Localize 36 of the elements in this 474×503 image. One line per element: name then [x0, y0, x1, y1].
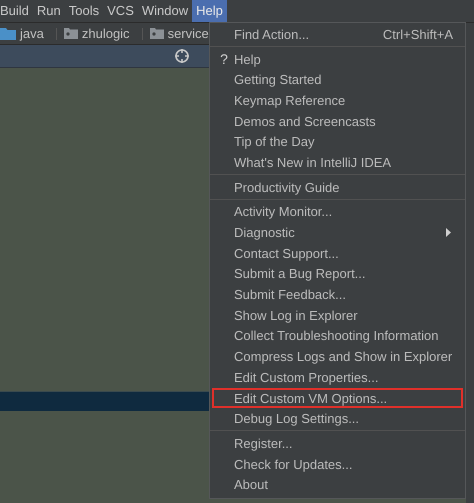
menu-item[interactable]: Contact Support...: [212, 242, 463, 264]
menu-bar-item[interactable]: Run: [32, 0, 65, 22]
help-icon: ?: [220, 52, 228, 66]
folder-icon: [0, 27, 16, 40]
menu-item[interactable]: Submit Feedback...: [212, 284, 463, 305]
menu-item[interactable]: Submit a Bug Report...: [212, 264, 463, 284]
menu-item[interactable]: Debug Log Settings...: [212, 408, 463, 430]
menu-bar-item[interactable]: Build: [0, 0, 33, 22]
menu-bar-item[interactable]: Tools: [64, 0, 104, 22]
menu-item[interactable]: Diagnostic: [212, 222, 463, 243]
menu-item[interactable]: Register...: [212, 433, 463, 454]
menu-item[interactable]: ? Help: [212, 48, 463, 70]
breadcrumb[interactable]: service: [168, 26, 209, 41]
menu-item[interactable]: Tip of the Day: [212, 131, 463, 152]
menu-item[interactable]: Productivity Guide: [212, 176, 463, 198]
menu-item[interactable]: Getting Started: [212, 69, 463, 90]
package-icon: [64, 28, 78, 39]
menu-item[interactable]: Collect Troubleshooting Information: [212, 326, 463, 346]
menu-bar-item[interactable]: VCS: [103, 0, 138, 22]
breadcrumb[interactable]: java: [20, 26, 44, 41]
menu-item[interactable]: What's New in IntelliJ IDEA: [212, 152, 463, 173]
menu-item[interactable]: Activity Monitor...: [212, 202, 463, 222]
menu-item[interactable]: Keymap Reference: [212, 90, 463, 111]
package-icon: [150, 28, 164, 39]
crosshair-icon[interactable]: [174, 48, 190, 64]
menu-item[interactable]: Edit Custom VM Options...: [212, 388, 463, 408]
menu-item[interactable]: Find Action... Ctrl+Shift+A: [212, 24, 463, 45]
menu-bar-item[interactable]: Window: [138, 0, 192, 22]
menu-bar-item[interactable]: Help: [192, 0, 227, 22]
menu-item[interactable]: About: [212, 474, 463, 496]
breadcrumb[interactable]: zhulogic: [82, 26, 130, 41]
menu-item[interactable]: Demos and Screencasts: [212, 110, 463, 132]
menu-item[interactable]: Show Log in Explorer: [212, 304, 463, 326]
menu-item[interactable]: Compress Logs and Show in Explorer: [212, 346, 463, 367]
menu-item[interactable]: Edit Custom Properties...: [212, 367, 463, 388]
menu-item[interactable]: Check for Updates...: [212, 454, 463, 474]
